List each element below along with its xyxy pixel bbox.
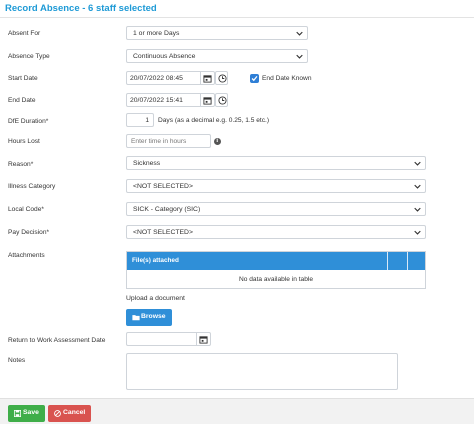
absence-type-value: Continuous Absence bbox=[133, 53, 196, 60]
check-icon bbox=[251, 76, 258, 82]
pay-decision-select[interactable]: <NOT SELECTED> bbox=[126, 225, 426, 239]
calendar-icon bbox=[203, 97, 212, 105]
end-date-input[interactable]: 20/07/2022 15:41 bbox=[126, 93, 215, 107]
save-icon bbox=[14, 410, 21, 417]
reason-label: Reason* bbox=[8, 161, 34, 168]
notes-textarea[interactable] bbox=[126, 353, 398, 390]
dialog-header: Record Absence - 6 staff selected bbox=[0, 0, 474, 18]
chevron-down-icon bbox=[414, 230, 421, 235]
column-divider bbox=[407, 252, 408, 270]
local-code-select[interactable]: SICK - Category (SIC) bbox=[126, 202, 426, 216]
save-label: Save bbox=[23, 409, 39, 416]
reason-value: Sickness bbox=[133, 160, 161, 167]
end-date-known-label: End Date Known bbox=[262, 75, 312, 82]
rtw-date-calendar-button[interactable] bbox=[196, 333, 210, 345]
absent-for-select[interactable]: 1 or more Days bbox=[126, 26, 308, 40]
end-date-calendar-button[interactable] bbox=[200, 94, 214, 106]
absent-for-label: Absent For bbox=[8, 30, 41, 37]
clock-icon bbox=[218, 96, 227, 105]
end-time-button[interactable] bbox=[215, 93, 228, 107]
notes-label: Notes bbox=[8, 357, 26, 364]
calendar-icon bbox=[199, 336, 208, 344]
dfe-duration-input[interactable] bbox=[126, 113, 154, 127]
cancel-label: Cancel bbox=[63, 409, 86, 416]
illness-category-value: <NOT SELECTED> bbox=[133, 183, 193, 190]
info-icon bbox=[214, 138, 221, 145]
end-date-value: 20/07/2022 15:41 bbox=[130, 97, 183, 104]
calendar-icon bbox=[203, 75, 212, 83]
chevron-down-icon bbox=[414, 207, 421, 212]
absence-type-label: Absence Type bbox=[8, 53, 50, 60]
upload-document-label: Upload a document bbox=[126, 295, 185, 302]
dfe-duration-label: DfE Duration* bbox=[8, 118, 49, 125]
column-header-files[interactable]: File(s) attached bbox=[132, 257, 179, 264]
chevron-down-icon bbox=[414, 161, 421, 166]
save-button[interactable]: Save bbox=[8, 405, 45, 422]
cancel-icon bbox=[54, 410, 61, 417]
chevron-down-icon bbox=[414, 184, 421, 189]
table-empty-message: No data available in table bbox=[238, 276, 314, 283]
rtw-date-input[interactable] bbox=[126, 332, 211, 346]
dfe-duration-hint: Days (as a decimal e.g. 0.25, 1.5 etc.) bbox=[158, 117, 270, 124]
start-date-value: 20/07/2022 08:45 bbox=[130, 75, 183, 82]
end-date-label: End Date bbox=[8, 97, 36, 104]
chevron-down-icon bbox=[296, 54, 303, 59]
end-date-known-checkbox[interactable] bbox=[250, 74, 259, 83]
reason-select[interactable]: Sickness bbox=[126, 156, 426, 170]
start-date-input[interactable]: 20/07/2022 08:45 bbox=[126, 71, 215, 85]
local-code-label: Local Code* bbox=[8, 206, 44, 213]
attachments-table-header: File(s) attached bbox=[127, 252, 425, 270]
column-divider bbox=[387, 252, 388, 270]
hours-lost-input[interactable] bbox=[126, 134, 211, 148]
pay-decision-label: Pay Decision* bbox=[8, 229, 50, 236]
illness-category-label: Illness Category bbox=[8, 183, 56, 190]
absence-type-select[interactable]: Continuous Absence bbox=[126, 49, 308, 63]
folder-icon bbox=[132, 315, 140, 321]
clock-icon bbox=[218, 74, 227, 83]
start-time-button[interactable] bbox=[215, 71, 228, 85]
absent-for-value: 1 or more Days bbox=[133, 30, 180, 37]
start-date-label: Start Date bbox=[8, 75, 38, 82]
local-code-value: SICK - Category (SIC) bbox=[133, 206, 201, 213]
attachments-table: File(s) attached No data available in ta… bbox=[126, 251, 426, 289]
browse-label: Browse bbox=[141, 313, 166, 320]
chevron-down-icon bbox=[296, 31, 303, 36]
browse-button[interactable]: Browse bbox=[126, 309, 172, 326]
attachments-label: Attachments bbox=[8, 252, 45, 259]
pay-decision-value: <NOT SELECTED> bbox=[133, 229, 193, 236]
hours-lost-label: Hours Lost bbox=[8, 138, 40, 145]
start-date-calendar-button[interactable] bbox=[200, 72, 214, 84]
dialog-title: Record Absence - 6 staff selected bbox=[5, 3, 157, 14]
rtw-date-label: Return to Work Assessment Date bbox=[8, 337, 106, 344]
illness-category-select[interactable]: <NOT SELECTED> bbox=[126, 179, 426, 193]
dialog-footer: Save Cancel bbox=[0, 398, 474, 424]
cancel-button[interactable]: Cancel bbox=[48, 405, 91, 422]
